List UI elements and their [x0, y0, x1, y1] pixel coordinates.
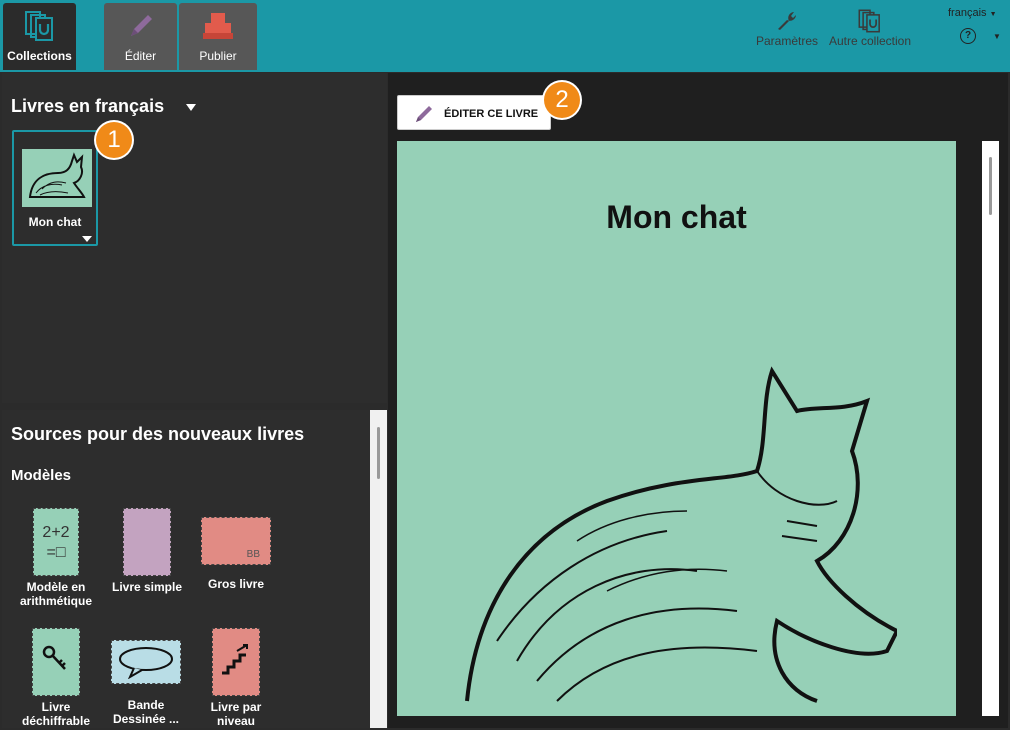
template-label: Gros livre [207, 577, 265, 591]
edit-this-book-button[interactable]: ÉDITER CE LIVRE [397, 95, 551, 130]
template-leveled[interactable]: Livre par niveau [196, 628, 276, 728]
arithmetic-thumb-text: 2+2 =□ [42, 524, 70, 561]
collection-title[interactable]: Livres en français [11, 96, 164, 117]
help-menu-chevron-icon[interactable]: ▼ [993, 32, 1001, 41]
tab-collections-label: Collections [7, 49, 72, 63]
collection-menu-chevron-icon[interactable] [186, 104, 196, 111]
template-comic[interactable]: Bande Dessinée ... [106, 640, 186, 726]
book-page-title: Mon chat [606, 199, 747, 235]
pencil-icon [413, 103, 437, 130]
keys-icon [39, 643, 73, 680]
sources-scrollbar-thumb[interactable] [377, 427, 380, 479]
other-collection-button[interactable]: Autre collection [826, 8, 914, 48]
cat-illustration [457, 361, 900, 716]
tab-collections[interactable]: Collections [3, 3, 76, 70]
sources-title: Sources pour des nouveaux livres [11, 424, 305, 444]
preview-scrollbar[interactable] [982, 141, 999, 716]
template-thumbnail: 2+2 =□ [33, 508, 79, 576]
speech-bubble-icon [116, 645, 176, 682]
template-thumbnail [111, 640, 181, 684]
book-thumbnail [22, 149, 92, 207]
collections-icon [826, 8, 914, 34]
preview-scrollbar-thumb[interactable] [989, 157, 992, 215]
chevron-down-icon: ▼ [989, 11, 997, 18]
language-selector[interactable]: français ▼ [948, 7, 997, 19]
settings-label: Paramètres [756, 34, 819, 48]
tab-edit[interactable]: Éditer [104, 3, 177, 70]
book-menu-chevron-icon[interactable] [82, 236, 92, 242]
book-page-preview: Mon chat [397, 141, 956, 716]
template-big-book[interactable]: BB Gros livre [196, 517, 276, 591]
pencil-icon [124, 9, 158, 46]
template-label: Livre déchiffrable [21, 700, 90, 728]
template-thumbnail [32, 628, 80, 696]
publish-icon [200, 9, 236, 46]
template-thumbnail: BB [201, 517, 271, 565]
template-thumbnail [212, 628, 260, 696]
callout-badge-1: 1 [96, 122, 132, 158]
template-label: Livre simple [111, 580, 183, 594]
edit-this-book-label: ÉDITER CE LIVRE [444, 108, 539, 120]
book-card[interactable]: Mon chat [12, 130, 98, 246]
language-label: français [948, 7, 987, 19]
stairs-icon [219, 643, 253, 680]
template-decodable[interactable]: Livre déchiffrable [16, 628, 96, 728]
help-icon[interactable]: ? [960, 28, 976, 44]
big-book-thumb-text: BB [246, 549, 260, 560]
tab-publish[interactable]: Publier [179, 3, 257, 70]
template-label: Modèle en arithmétique [19, 580, 92, 608]
template-arithmetic[interactable]: 2+2 =□ Modèle en arithmétique [16, 508, 96, 608]
models-heading: Modèles [11, 467, 72, 484]
template-simple[interactable]: Livre simple [107, 508, 187, 594]
wrench-icon [756, 8, 818, 34]
template-label: Bande Dessinée ... [112, 698, 180, 726]
tab-edit-label: Éditer [124, 49, 157, 63]
template-label: Livre par niveau [210, 700, 262, 728]
tab-publish-label: Publier [199, 49, 237, 63]
callout-badge-2: 2 [544, 82, 580, 118]
collections-icon [23, 9, 57, 46]
other-collection-label: Autre collection [828, 34, 912, 48]
book-name: Mon chat [28, 215, 82, 229]
template-thumbnail [123, 508, 171, 576]
settings-button[interactable]: Paramètres [756, 8, 818, 48]
